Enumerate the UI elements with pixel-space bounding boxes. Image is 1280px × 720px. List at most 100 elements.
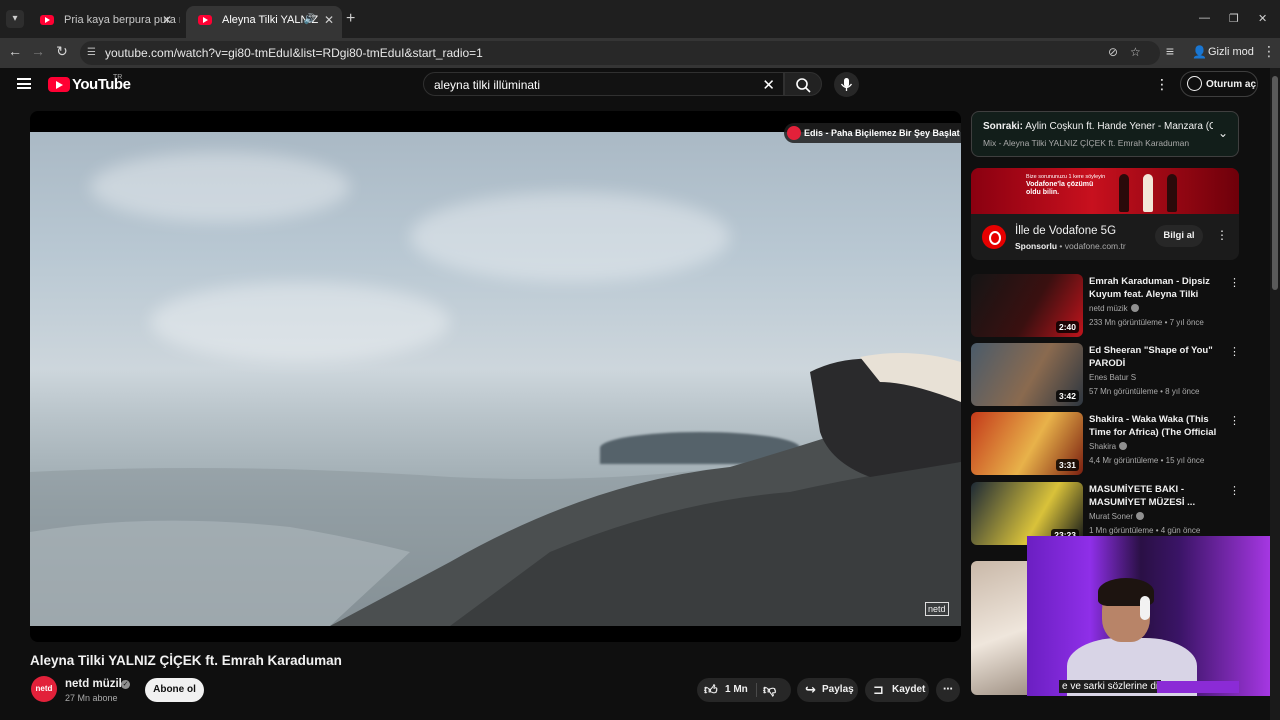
incognito-icon: 👤 xyxy=(1192,45,1207,59)
more-actions-icon[interactable]: ⋯ xyxy=(936,678,960,702)
youtube-logo-icon[interactable] xyxy=(48,77,70,92)
incognito-label: Gizli mod xyxy=(1208,46,1254,58)
browser-menu-icon[interactable]: ⋮ xyxy=(1262,43,1276,60)
tracking-protection-icon[interactable]: ⊘ xyxy=(1108,45,1118,59)
recommendation-item[interactable]: 3:31 Shakira - Waka Waka (This Time for … xyxy=(971,412,1241,476)
scrollbar-thumb[interactable] xyxy=(1272,76,1278,290)
webcam-overlay xyxy=(1027,536,1280,696)
video-thumbnail[interactable]: 2:40 xyxy=(971,274,1083,337)
ad-menu-icon[interactable]: ⋮ xyxy=(1216,228,1228,242)
youtube-header: YouTube TR aleyna tilki illüminati ✕ ⋮ O… xyxy=(0,68,1270,100)
share-icon: ↪ xyxy=(805,682,816,697)
verified-icon: ✓ xyxy=(121,680,130,689)
channel-name[interactable]: netd müzik xyxy=(65,678,125,690)
close-tab-1-icon[interactable]: ✕ xyxy=(162,13,172,27)
close-tab-2-icon[interactable]: ✕ xyxy=(324,13,334,27)
recommendation-channel-name: Murat Soner xyxy=(1089,512,1134,521)
recommendation-channel: netd müzik xyxy=(1089,304,1139,313)
guide-menu-icon[interactable] xyxy=(17,78,31,89)
subscribe-button[interactable]: Abone ol xyxy=(145,678,204,702)
youtube-favicon-icon xyxy=(40,15,54,25)
ad-title[interactable]: İlle de Vodafone 5G xyxy=(1015,225,1116,237)
up-next-label: Sonraki: xyxy=(983,121,1024,132)
ad-figure xyxy=(1143,174,1153,212)
recommendation-title[interactable]: MASUMİYETE BAKI - MASUMİYET MÜZESİ ... xyxy=(1089,483,1217,509)
browser-tab-2[interactable]: Aleyna Tilki YALNIZ ÇİÇEK ft 🔊 ✕ xyxy=(186,6,342,38)
overlay-caption: e ve sarki sözlerine di xyxy=(1059,680,1162,693)
like-count[interactable]: 1 Mn xyxy=(725,678,748,702)
search-query[interactable]: aleyna tilki illüminati xyxy=(434,78,540,92)
video-frame[interactable]: netd xyxy=(30,132,961,626)
recommendation-item[interactable]: 2:40 Emrah Karaduman - Dipsiz Kuyum feat… xyxy=(971,274,1241,338)
save-icon: ⊐ xyxy=(873,682,884,697)
recommendation-channel-name: Shakira xyxy=(1089,442,1117,451)
account-icon xyxy=(1187,76,1202,91)
video-player[interactable]: netd Edis - Paha Biçilemez Bir Şey Başla… xyxy=(30,111,961,642)
new-tab-icon[interactable]: + xyxy=(346,10,355,28)
minimize-window-icon[interactable]: — xyxy=(1199,12,1210,24)
tab-audio-icon[interactable]: 🔊 xyxy=(304,14,316,25)
tab-search-menu-icon[interactable]: ▾ xyxy=(6,10,24,28)
netd-watermark: netd xyxy=(925,602,949,616)
video-thumbnail[interactable]: 3:31 xyxy=(971,412,1083,475)
dislike-icon[interactable]: 👎︎ xyxy=(763,678,776,702)
recommendation-menu-icon[interactable]: ⋮ xyxy=(1229,345,1240,358)
recommendation-meta: 57 Mn görüntüleme • 8 yıl önce xyxy=(1089,387,1200,396)
sponsored-ad[interactable]: Bize sorununuzu 1 kere söyleyin Vodafone… xyxy=(971,168,1239,260)
back-icon[interactable]: ← xyxy=(6,43,24,59)
ad-cta-button[interactable]: Bilgi al xyxy=(1155,225,1203,247)
address-url[interactable]: youtube.com/watch?v=gi80-tmEduI&list=RDg… xyxy=(105,46,483,60)
bookmark-star-icon[interactable]: ☆ xyxy=(1130,45,1141,59)
recommendation-menu-icon[interactable]: ⋮ xyxy=(1229,276,1240,289)
like-icon[interactable]: 👍︎ xyxy=(704,678,718,702)
channel-avatar[interactable]: netd xyxy=(31,676,57,702)
recommendation-channel: Enes Batur S xyxy=(1089,373,1137,382)
ad-banner-line2: Vodafone'la çözümü oldu bilin. xyxy=(1026,181,1094,196)
save-button[interactable]: ⊐ Kaydet xyxy=(865,678,929,702)
chevron-down-icon[interactable]: ⌄ xyxy=(1218,126,1228,140)
video-duration: 3:31 xyxy=(1055,459,1079,471)
video-thumbnail[interactable]: 3:42 xyxy=(971,343,1083,406)
video-duration: 3:42 xyxy=(1055,390,1079,402)
browser-tab-strip: ▾ Pria kaya berpura pura miskin u ✕ Aley… xyxy=(0,0,1280,38)
clear-search-icon[interactable]: ✕ xyxy=(762,76,775,94)
incognito-indicator[interactable]: 👤 Gizli mod xyxy=(1188,42,1262,64)
like-divider xyxy=(756,683,757,697)
video-rocks xyxy=(30,353,961,626)
video-title: Aleyna Tilki YALNIZ ÇİÇEK ft. Emrah Kara… xyxy=(30,653,342,668)
webcam-headset xyxy=(1140,596,1150,620)
search-icon xyxy=(796,78,811,93)
settings-menu-icon[interactable]: ⋮ xyxy=(1155,76,1169,93)
recommendation-title[interactable]: Shakira - Waka Waka (This Time for Afric… xyxy=(1089,413,1217,439)
share-button[interactable]: ↪ Paylaş xyxy=(797,678,858,702)
recommendation-meta: 233 Mn görüntüleme • 7 yıl önce xyxy=(1089,318,1204,327)
recommendation-menu-icon[interactable]: ⋮ xyxy=(1229,484,1240,497)
next-video-badge[interactable]: Edis - Paha Biçilemez Bir Şey Başlat ✕ xyxy=(784,123,961,143)
voice-search-button[interactable] xyxy=(834,72,859,97)
forward-icon[interactable]: → xyxy=(29,43,47,59)
verified-icon xyxy=(1119,442,1128,450)
site-info-icon[interactable]: ☰ xyxy=(87,47,96,58)
address-bar[interactable]: ☰ youtube.com/watch?v=gi80-tmEduI&list=R… xyxy=(80,41,1160,65)
close-window-icon[interactable]: ✕ xyxy=(1258,12,1267,25)
reload-icon[interactable]: ↻ xyxy=(53,43,71,60)
recommendation-title[interactable]: Ed Sheeran "Shape of You" PARODİ xyxy=(1089,344,1217,370)
recommendation-menu-icon[interactable]: ⋮ xyxy=(1229,414,1240,427)
search-button[interactable] xyxy=(784,72,822,96)
search-input[interactable]: aleyna tilki illüminati ✕ xyxy=(423,72,784,96)
ad-banner[interactable]: Bize sorununuzu 1 kere söyleyin Vodafone… xyxy=(971,168,1239,214)
youtube-favicon-icon xyxy=(198,15,212,25)
share-label: Paylaş xyxy=(822,684,854,695)
browser-tab-1[interactable]: Pria kaya berpura pura miskin u ✕ xyxy=(28,6,180,38)
ad-domain: vodafone.com.tr xyxy=(1064,241,1126,251)
up-next-panel[interactable]: Sonraki: Aylin Coşkun ft. Hande Yener - … xyxy=(971,111,1239,157)
recommendation-item[interactable]: 3:42 Ed Sheeran "Shape of You" PARODİ En… xyxy=(971,343,1241,407)
ad-sponsor-line: Sponsorlu • vodafone.com.tr xyxy=(1015,241,1126,251)
sign-in-button[interactable]: Oturum aç xyxy=(1180,71,1258,97)
restore-window-icon[interactable]: ❐ xyxy=(1229,12,1239,25)
page-scrollbar[interactable] xyxy=(1270,68,1280,720)
recommendation-title[interactable]: Emrah Karaduman - Dipsiz Kuyum feat. Ale… xyxy=(1089,275,1217,301)
next-video-badge-text: Edis - Paha Biçilemez Bir Şey Başlat xyxy=(804,128,960,138)
reading-list-icon[interactable]: ≡ xyxy=(1161,43,1179,59)
overlay-caption-bar xyxy=(1157,681,1239,693)
